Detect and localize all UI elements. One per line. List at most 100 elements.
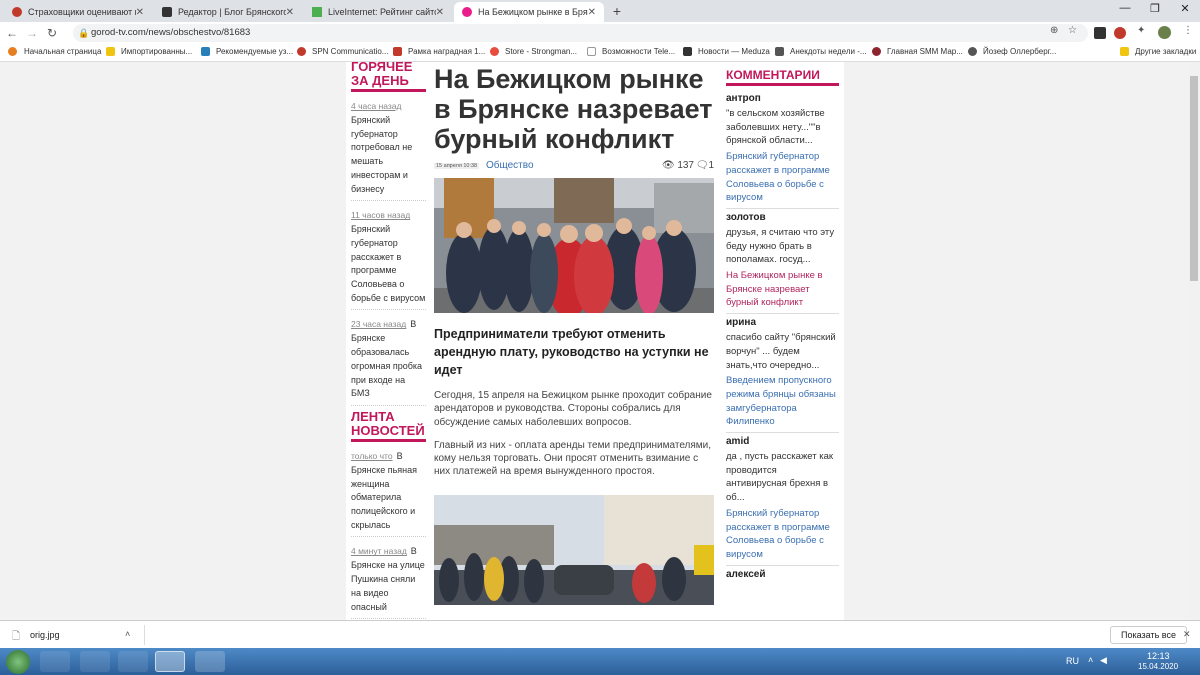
apps-icon[interactable]: [8, 47, 23, 56]
tab-title: Редактор | Блог Брянского Стр: [178, 7, 286, 17]
bookmark-item[interactable]: SPN Communicatio...: [297, 47, 388, 56]
browser-tab[interactable]: LiveInternet: Рейтинг сайтов ✕: [304, 2, 452, 22]
bookmark-label: Store - Strongman...: [505, 47, 578, 56]
language-indicator[interactable]: RU: [1066, 656, 1079, 666]
hot-section-title: ГОРЯЧЕЕ ЗА ДЕНЬ: [351, 62, 426, 92]
zoom-icon[interactable]: ⊕: [1050, 25, 1058, 36]
bookmark-item[interactable]: Импортированны...: [106, 47, 192, 56]
comment-text[interactable]: "в сельском хозяйстве заболевших нету...…: [726, 107, 839, 148]
divider: [144, 625, 145, 645]
news-text[interactable]: Брянске образовалась огромная пробка при…: [351, 332, 426, 401]
globe-icon: [968, 47, 977, 56]
news-item[interactable]: 11 часов назад Брянский губернатор расск…: [351, 205, 426, 311]
tray-arrow-icon[interactable]: ˄: [1088, 655, 1093, 665]
article-title: На Бежицком рынке в Брянске назревает бу…: [434, 64, 713, 154]
news-text[interactable]: Брянский губернатор потребовал не мешать…: [351, 114, 426, 196]
bookmark-item[interactable]: Store - Strongman...: [490, 47, 577, 56]
scrollbar-thumb[interactable]: [1190, 76, 1198, 281]
comment-author: алексей: [726, 568, 766, 580]
comment-article-link[interactable]: Брянский губернатор расскажет в программ…: [726, 507, 839, 562]
clock-time[interactable]: 12:13: [1147, 651, 1170, 661]
internet-explorer-icon[interactable]: [40, 651, 70, 672]
bookmark-item[interactable]: Возможности Tele...: [587, 47, 675, 56]
back-icon[interactable]: ←: [4, 26, 20, 40]
other-bookmarks[interactable]: Другие закладки: [1120, 47, 1196, 56]
site-favicon-icon: [683, 47, 692, 56]
media-player-icon[interactable]: [118, 651, 148, 672]
views-value: 137: [677, 160, 694, 171]
comment-text[interactable]: спасибо сайту "брянский ворчун" ... буде…: [726, 331, 839, 372]
comment-text[interactable]: да , пусть расскажет как проводится анти…: [726, 450, 839, 505]
bookmark-item[interactable]: Начальная страница: [24, 47, 101, 56]
browser-tab-active[interactable]: На Бежицком рынке в Брянске ✕: [454, 2, 604, 22]
article-paragraph: Главный из них - оплата аренды теми пред…: [434, 439, 712, 478]
chrome-icon[interactable]: [155, 651, 185, 672]
browser-tab[interactable]: Страховщики оценивают веро ✕: [4, 2, 152, 22]
site-favicon-icon: [775, 47, 784, 56]
page-scrollbar[interactable]: [1188, 62, 1200, 620]
site-page: ГОРЯЧЕЕ ЗА ДЕНЬ 4 часа назад Брянский гу…: [346, 62, 844, 620]
download-filename[interactable]: orig.jpg: [30, 630, 60, 640]
forward-icon[interactable]: →: [24, 26, 40, 40]
chevron-up-icon[interactable]: ˄: [125, 629, 130, 639]
volume-icon[interactable]: ◀: [1100, 655, 1107, 666]
news-text[interactable]: Брянске пьяная женщина обматерила полице…: [351, 464, 426, 533]
article-subheading: Предприниматели требуют отменить арендну…: [434, 327, 709, 377]
paint-icon[interactable]: [195, 651, 225, 672]
menu-icon[interactable]: ⋮: [1183, 25, 1193, 36]
extension-icon[interactable]: [1114, 27, 1126, 39]
news-time: 4 минут назад: [351, 546, 407, 557]
news-time: 11 часов назад: [351, 210, 411, 221]
news-item[interactable]: 4 часа назад Брянский губернатор потребо…: [351, 96, 426, 202]
bookmark-item[interactable]: Новости — Meduza: [683, 47, 770, 56]
maximize-button[interactable]: ❐: [1140, 2, 1170, 15]
news-item[interactable]: только что В Брянске пьяная женщина обмат…: [351, 446, 426, 538]
start-button[interactable]: [6, 650, 30, 674]
comment-text[interactable]: друзья, я считаю что эту беду нужно брат…: [726, 226, 839, 267]
profile-avatar[interactable]: [1158, 26, 1171, 39]
news-text[interactable]: Брянске на улице Пушкина сняли на видео …: [351, 559, 426, 614]
comments-count[interactable]: 🗨1: [696, 160, 714, 171]
browser-tab[interactable]: Редактор | Блог Брянского Стр ✕: [154, 2, 302, 22]
comment-item: алексей: [726, 564, 839, 580]
bookmark-item[interactable]: Йозеф Оллерберг...: [968, 47, 1056, 56]
reload-icon[interactable]: ↻: [44, 26, 60, 40]
folder-icon[interactable]: [80, 651, 110, 672]
bookmark-item[interactable]: Рекомендуемые уз...: [201, 47, 293, 56]
bookmark-label: Импортированны...: [121, 47, 193, 56]
new-tab-button[interactable]: +: [609, 4, 625, 20]
comment-article-link[interactable]: На Бежицком рынке в Брянске назревает бу…: [726, 269, 839, 310]
news-mark: В: [410, 546, 417, 557]
show-all-button[interactable]: Показать все: [1110, 626, 1187, 644]
tab-strip: Страховщики оценивают веро ✕ Редактор | …: [0, 0, 1200, 22]
site-favicon-icon: [297, 47, 306, 56]
close-tab-icon[interactable]: ✕: [136, 7, 144, 18]
comment-article-link[interactable]: Брянский губернатор расскажет в программ…: [726, 150, 839, 205]
star-icon[interactable]: ☆: [1068, 25, 1077, 36]
category-link[interactable]: Общество: [486, 160, 534, 171]
news-time: 4 часа назад: [351, 101, 402, 111]
url-text: gorod-tv.com/news/obschestvo/81683: [91, 27, 251, 38]
bookmark-item[interactable]: Рамка наградная 1...: [393, 47, 485, 56]
close-tab-icon[interactable]: ✕: [588, 7, 596, 18]
news-text[interactable]: Брянский губернатор расскажет в программ…: [351, 223, 426, 305]
minimize-button[interactable]: —: [1110, 2, 1140, 14]
close-icon[interactable]: ✕: [1183, 629, 1191, 640]
close-tab-icon[interactable]: ✕: [436, 7, 444, 18]
site-favicon-icon: [490, 47, 499, 56]
extension-icon[interactable]: [1094, 27, 1106, 39]
comment-bubble-icon: 🗨: [695, 160, 709, 171]
bookmark-item[interactable]: Главная SMM Мар...: [872, 47, 963, 56]
news-item[interactable]: 23 часа назад В Брянске образовалась огро…: [351, 314, 426, 406]
bing-icon: [201, 47, 210, 56]
news-time: 23 часа назад: [351, 319, 407, 330]
extensions-puzzle-icon[interactable]: ✦: [1137, 25, 1145, 36]
site-favicon-icon: [587, 47, 596, 56]
address-bar[interactable]: 🔒 gorod-tv.com/news/obschestvo/81683: [73, 24, 1088, 42]
clock-date[interactable]: 15.04.2020: [1138, 662, 1178, 671]
close-tab-icon[interactable]: ✕: [286, 7, 294, 18]
close-window-button[interactable]: ✕: [1170, 2, 1200, 15]
comment-article-link[interactable]: Введением пропускного режима брянцы обяз…: [726, 374, 839, 429]
bookmark-item[interactable]: Анекдоты недели -...: [775, 47, 867, 56]
news-item[interactable]: 4 минут назад В Брянске на улице Пушкина …: [351, 541, 426, 620]
